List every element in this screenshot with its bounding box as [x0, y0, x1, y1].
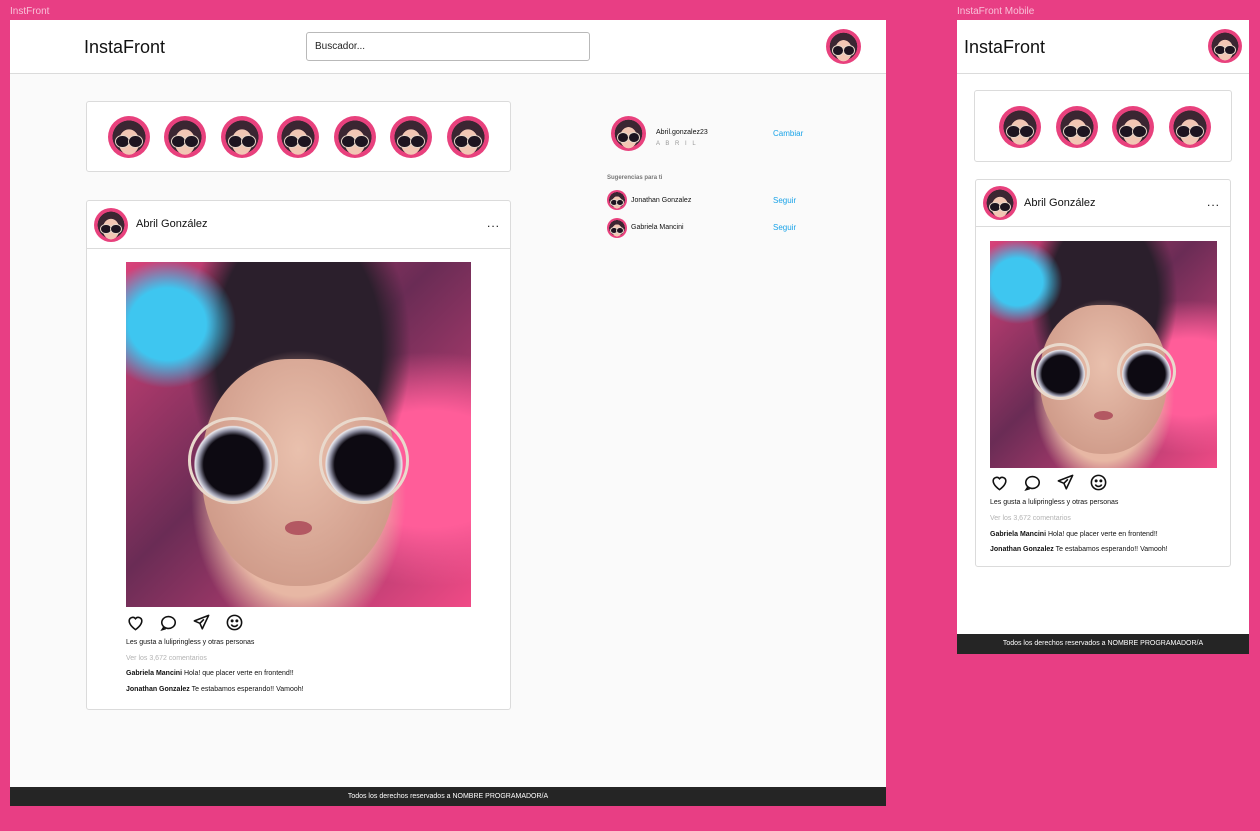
- comment-row: Gabriela Mancini Hola! que placer verte …: [990, 531, 1158, 538]
- comment-icon[interactable]: [1023, 473, 1042, 492]
- send-icon[interactable]: [1056, 473, 1075, 492]
- heart-icon[interactable]: [126, 613, 145, 632]
- comment-text: Te estabamos esperando!! Vamooh!: [1055, 546, 1168, 553]
- likes-text: Les gusta a lulipringless y otras person…: [126, 639, 255, 646]
- post-author-avatar[interactable]: [94, 208, 128, 242]
- profile-avatar[interactable]: [1208, 29, 1242, 63]
- desktop-frame: InstaFront Abril González ... Les gusta …: [10, 20, 886, 806]
- post-divider: [87, 248, 510, 249]
- current-username[interactable]: Abril.gonzalez23: [656, 129, 708, 136]
- story-avatar[interactable]: [277, 116, 319, 158]
- story-avatar[interactable]: [390, 116, 432, 158]
- view-comments-link[interactable]: Ver los 3,672 comentarios: [126, 655, 207, 662]
- story-avatar[interactable]: [1112, 106, 1154, 148]
- comment-text: Hola! que placer verte en frontend!!: [183, 670, 294, 677]
- post-card: Abril González ... Les gusta a lulipring…: [975, 179, 1231, 567]
- mobile-frame: InstaFront Abril González ... Les gusta …: [957, 20, 1249, 654]
- comment-row: Jonathan Gonzalez Te estabamos esperando…: [990, 546, 1168, 553]
- more-icon[interactable]: ...: [487, 217, 500, 229]
- suggestion-name[interactable]: Gabriela Mancini: [631, 224, 684, 231]
- comment-row: Gabriela Mancini Hola! que placer verte …: [126, 670, 294, 677]
- story-avatar[interactable]: [999, 106, 1041, 148]
- stories-bar: [86, 101, 511, 172]
- view-comments-link[interactable]: Ver los 3,672 comentarios: [990, 515, 1071, 522]
- comment-row: Jonathan Gonzalez Te estabamos esperando…: [126, 686, 304, 693]
- suggestion-avatar[interactable]: [607, 190, 627, 210]
- story-avatar[interactable]: [108, 116, 150, 158]
- switch-account-link[interactable]: Cambiar: [773, 129, 803, 138]
- emoji-icon[interactable]: [225, 613, 244, 632]
- emoji-icon[interactable]: [1089, 473, 1108, 492]
- frame-label-mobile: InstaFront Mobile: [957, 6, 1035, 17]
- post-author-name[interactable]: Abril González: [1024, 197, 1096, 209]
- top-navbar: InstaFront: [10, 20, 886, 74]
- current-user-avatar[interactable]: [611, 116, 646, 151]
- story-avatar[interactable]: [221, 116, 263, 158]
- story-avatar[interactable]: [1169, 106, 1211, 148]
- search-input[interactable]: [306, 32, 590, 61]
- comment-user[interactable]: Jonathan Gonzalez: [990, 546, 1054, 553]
- profile-avatar[interactable]: [826, 29, 861, 64]
- mobile-navbar: InstaFront: [957, 20, 1249, 74]
- suggestions-title: Sugerencias para ti: [607, 175, 663, 181]
- post-actions: [126, 613, 244, 632]
- current-display-name: A B R I L: [656, 141, 698, 147]
- follow-button[interactable]: Seguir: [773, 223, 796, 232]
- post-card: Abril González ... Les gusta a lulipring…: [86, 200, 511, 710]
- suggestion-name[interactable]: Jonathan Gonzalez: [631, 197, 691, 204]
- suggestion-avatar[interactable]: [607, 218, 627, 238]
- likes-text: Les gusta a lulipringless y otras person…: [990, 499, 1119, 506]
- post-image[interactable]: [990, 241, 1217, 468]
- app-logo[interactable]: InstaFront: [964, 37, 1045, 58]
- send-icon[interactable]: [192, 613, 211, 632]
- comment-user[interactable]: Gabriela Mancini: [126, 670, 182, 677]
- follow-button[interactable]: Seguir: [773, 196, 796, 205]
- app-logo[interactable]: InstaFront: [84, 37, 165, 58]
- post-image[interactable]: [126, 262, 471, 607]
- post-divider: [976, 226, 1230, 227]
- post-author-avatar[interactable]: [983, 186, 1017, 220]
- story-avatar[interactable]: [1056, 106, 1098, 148]
- post-actions: [990, 473, 1108, 492]
- story-avatar[interactable]: [164, 116, 206, 158]
- footer: Todos los derechos reservados a NOMBRE P…: [957, 634, 1249, 654]
- post-author-name[interactable]: Abril González: [136, 218, 208, 230]
- comment-user[interactable]: Jonathan Gonzalez: [126, 686, 190, 693]
- story-avatar[interactable]: [334, 116, 376, 158]
- footer: Todos los derechos reservados a NOMBRE P…: [10, 787, 886, 806]
- comment-text: Hola! que placer verte en frontend!!: [1047, 531, 1158, 538]
- more-icon[interactable]: ...: [1207, 196, 1220, 208]
- comment-user[interactable]: Gabriela Mancini: [990, 531, 1046, 538]
- heart-icon[interactable]: [990, 473, 1009, 492]
- comment-icon[interactable]: [159, 613, 178, 632]
- story-avatar[interactable]: [447, 116, 489, 158]
- comment-text: Te estabamos esperando!! Vamooh!: [191, 686, 304, 693]
- frame-label-desktop: InstFront: [10, 6, 50, 17]
- stories-bar: [974, 90, 1232, 162]
